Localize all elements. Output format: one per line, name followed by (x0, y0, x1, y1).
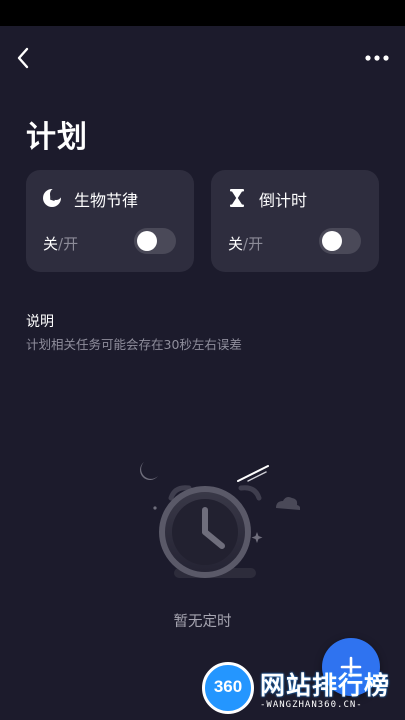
hourglass-icon (230, 189, 244, 207)
alarm-clock-icon (140, 462, 300, 578)
card-biorhythm[interactable]: 生物节律 关/开 (26, 170, 194, 272)
toggle-knob (322, 231, 342, 251)
state-on-label: 开 (63, 235, 79, 253)
info-description: 计划相关任务可能会存在30秒左右误差 (26, 337, 242, 352)
state-on-label: 开 (248, 235, 264, 253)
biorhythm-toggle[interactable] (134, 228, 176, 254)
state-off-label: 关 (228, 235, 244, 253)
more-horizontal-icon (365, 55, 389, 61)
watermark-logo-text: 360 (213, 677, 243, 696)
card-title: 倒计时 (259, 191, 308, 210)
state-off-label: 关 (43, 235, 59, 253)
page-title: 计划 (26, 120, 88, 155)
watermark-logo: 360 (202, 662, 254, 714)
back-button[interactable] (10, 42, 38, 74)
info-title: 说明 (26, 314, 54, 330)
countdown-toggle[interactable] (319, 228, 361, 254)
watermark-subtitle: -WANGZHAN360.CN- (260, 700, 363, 710)
toggle-knob (137, 231, 157, 251)
chevron-left-icon (17, 47, 29, 69)
card-title: 生物节律 (74, 191, 139, 210)
more-button[interactable] (363, 44, 393, 72)
card-countdown[interactable]: 倒计时 关/开 (211, 170, 379, 272)
moon-clock-icon (43, 188, 62, 207)
empty-state-text: 暂无定时 (173, 614, 232, 630)
add-button[interactable] (322, 638, 380, 696)
card-state: 关/开 (228, 233, 263, 254)
top-bar (0, 26, 405, 90)
status-bar (0, 0, 405, 26)
plus-icon (340, 656, 362, 678)
card-state: 关/开 (43, 233, 78, 254)
